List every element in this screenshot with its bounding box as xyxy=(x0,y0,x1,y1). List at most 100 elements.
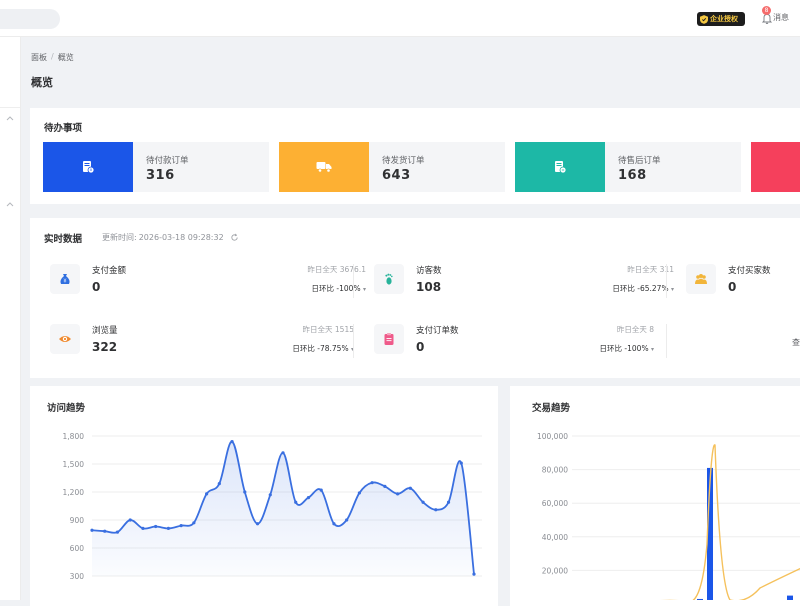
visit-data-point xyxy=(103,529,107,533)
visit-data-point xyxy=(166,526,170,530)
clipboard-icon xyxy=(384,333,394,345)
breadcrumb-item-dashboard[interactable]: 面板 xyxy=(31,52,47,63)
visit-data-point xyxy=(141,526,145,530)
y-axis-tick-label: 1,500 xyxy=(63,460,85,469)
visit-data-point xyxy=(192,521,196,525)
shield-icon xyxy=(700,14,708,24)
message-count-badge: 8 xyxy=(762,6,771,15)
visit-data-point xyxy=(154,524,158,529)
chevron-up-icon[interactable] xyxy=(6,115,14,121)
todo-label: 待付款订单 xyxy=(146,156,189,166)
metric-divider xyxy=(353,324,354,358)
realtime-title: 实时数据 xyxy=(44,234,83,245)
todo-item-fourth[interactable] xyxy=(751,142,800,192)
metric-icon-box xyxy=(686,264,716,294)
metric-compare-text: 日环比 -65.27% xyxy=(612,284,669,293)
todo-value: 168 xyxy=(618,168,647,183)
visit-data-point xyxy=(230,440,234,444)
y-axis-tick-label: 600 xyxy=(70,544,85,553)
metric-paying-buyers[interactable]: 支付买家数 0 xyxy=(686,258,800,302)
metric-page-views[interactable]: 浏览量 322 昨日全天 1515 日环比 -78.75% ▾ xyxy=(50,318,354,362)
arrow-down-icon: ▾ xyxy=(362,286,366,293)
todo-item-pending-shipment[interactable]: 待发货订单 643 xyxy=(279,142,505,192)
todo-item-pending-payment[interactable]: 待付款订单 316 xyxy=(43,142,269,192)
sidebar xyxy=(0,37,21,600)
sidebar-divider xyxy=(0,107,20,108)
enterprise-auth-label: 企业授权 xyxy=(710,15,738,23)
metric-icon-box xyxy=(374,324,404,354)
arrow-down-icon: ▾ xyxy=(670,286,674,293)
metric-icon-box xyxy=(50,324,80,354)
y-axis-tick-label: 100,000 xyxy=(537,432,568,441)
view-more-link[interactable]: 查 xyxy=(792,337,800,348)
enterprise-auth-badge[interactable]: 企业授权 xyxy=(697,12,745,26)
visit-data-point xyxy=(408,486,412,490)
metric-compare: 日环比 -65.27% ▾ xyxy=(612,283,674,294)
visit-data-point xyxy=(205,492,209,496)
visit-data-point xyxy=(421,500,425,504)
metric-paid-orders[interactable]: 支付订单数 0 昨日全天 8 日环比 -100% ▾ xyxy=(374,318,674,362)
search-input[interactable] xyxy=(0,9,60,29)
refresh-icon[interactable] xyxy=(230,233,239,242)
metric-icon-box xyxy=(374,264,404,294)
visit-data-point xyxy=(459,461,463,465)
metric-yesterday: 昨日全天 1515 xyxy=(302,325,354,334)
visit-data-point xyxy=(268,493,272,497)
order-pay-icon xyxy=(83,161,95,174)
trade-series-line xyxy=(660,444,800,600)
svg-text:¥: ¥ xyxy=(63,279,66,285)
visit-data-point xyxy=(446,500,451,504)
metric-visitors[interactable]: 访客数 108 昨日全天 311 日环比 -65.27% ▾ xyxy=(374,258,674,302)
todo-value: 316 xyxy=(146,168,175,183)
metric-label: 浏览量 xyxy=(92,326,118,336)
top-bar: 企业授权 8 消息 xyxy=(0,0,800,37)
visit-data-point xyxy=(370,481,374,485)
metric-icon-box: ¥ xyxy=(50,264,80,294)
todo-item-after-sale[interactable]: 待售后订单 168 xyxy=(515,142,741,192)
metric-compare: 日环比 -78.75% ▾ xyxy=(292,343,354,354)
breadcrumb-separator: / xyxy=(51,52,54,61)
arrow-down-icon: ▾ xyxy=(650,346,654,353)
y-axis-tick-label: 1,800 xyxy=(63,432,85,441)
visit-data-point xyxy=(345,518,349,522)
metric-compare-text: 日环比 -78.75% xyxy=(292,344,349,353)
breadcrumb-item-overview: 概览 xyxy=(57,53,74,62)
visit-data-point xyxy=(306,496,311,500)
metric-compare: 日环比 -100% ▾ xyxy=(600,343,654,354)
y-axis-tick-label: 1,200 xyxy=(63,488,85,497)
y-axis-tick-label: 40,000 xyxy=(542,533,568,542)
metric-value: 322 xyxy=(92,340,118,354)
money-bag-icon: ¥ xyxy=(60,274,70,285)
todo-label: 待售后订单 xyxy=(618,156,661,166)
messages-label: 消息 xyxy=(773,13,789,22)
metric-value: 0 xyxy=(416,340,425,354)
visit-data-point xyxy=(243,490,247,494)
metric-payment-amount[interactable]: ¥ 支付金额 0 昨日全天 3676.1 日环比 -100% ▾ xyxy=(50,258,366,302)
metric-value: 0 xyxy=(728,280,737,294)
todo-icon-box xyxy=(515,142,605,192)
after-sale-icon xyxy=(555,161,567,174)
visit-data-point xyxy=(357,491,361,495)
metric-yesterday: 昨日全天 8 xyxy=(616,325,654,334)
visit-data-point xyxy=(396,492,400,496)
todo-icon-box xyxy=(751,142,800,192)
metric-divider xyxy=(666,324,667,358)
metric-label: 支付订单数 xyxy=(416,326,459,336)
todo-title: 待办事项 xyxy=(44,123,83,134)
metric-compare-text: 日环比 -100% xyxy=(599,344,649,353)
visit-data-point xyxy=(90,528,94,532)
users-icon xyxy=(695,274,707,284)
messages-button[interactable]: 8 消息 xyxy=(760,6,800,28)
visit-data-point xyxy=(128,518,132,522)
trade-trend-chart: 100,000 80,000 60,000 40,000 20,000 xyxy=(537,432,800,600)
truck-icon xyxy=(316,162,332,173)
metric-label: 支付金额 xyxy=(92,266,127,276)
trade-trend-card: 交易趋势 100,000 80,000 60,000 40,000 20,000 xyxy=(510,386,800,606)
metric-divider xyxy=(666,264,667,298)
y-axis-tick-label: 300 xyxy=(70,572,85,581)
update-time-value: 2026-03-18 09:28:32 xyxy=(138,233,224,242)
breadcrumb: 面板 / 概览 xyxy=(31,52,74,63)
visit-area-fill xyxy=(92,441,474,576)
eye-icon xyxy=(59,336,71,342)
chevron-up-icon[interactable] xyxy=(6,201,14,207)
